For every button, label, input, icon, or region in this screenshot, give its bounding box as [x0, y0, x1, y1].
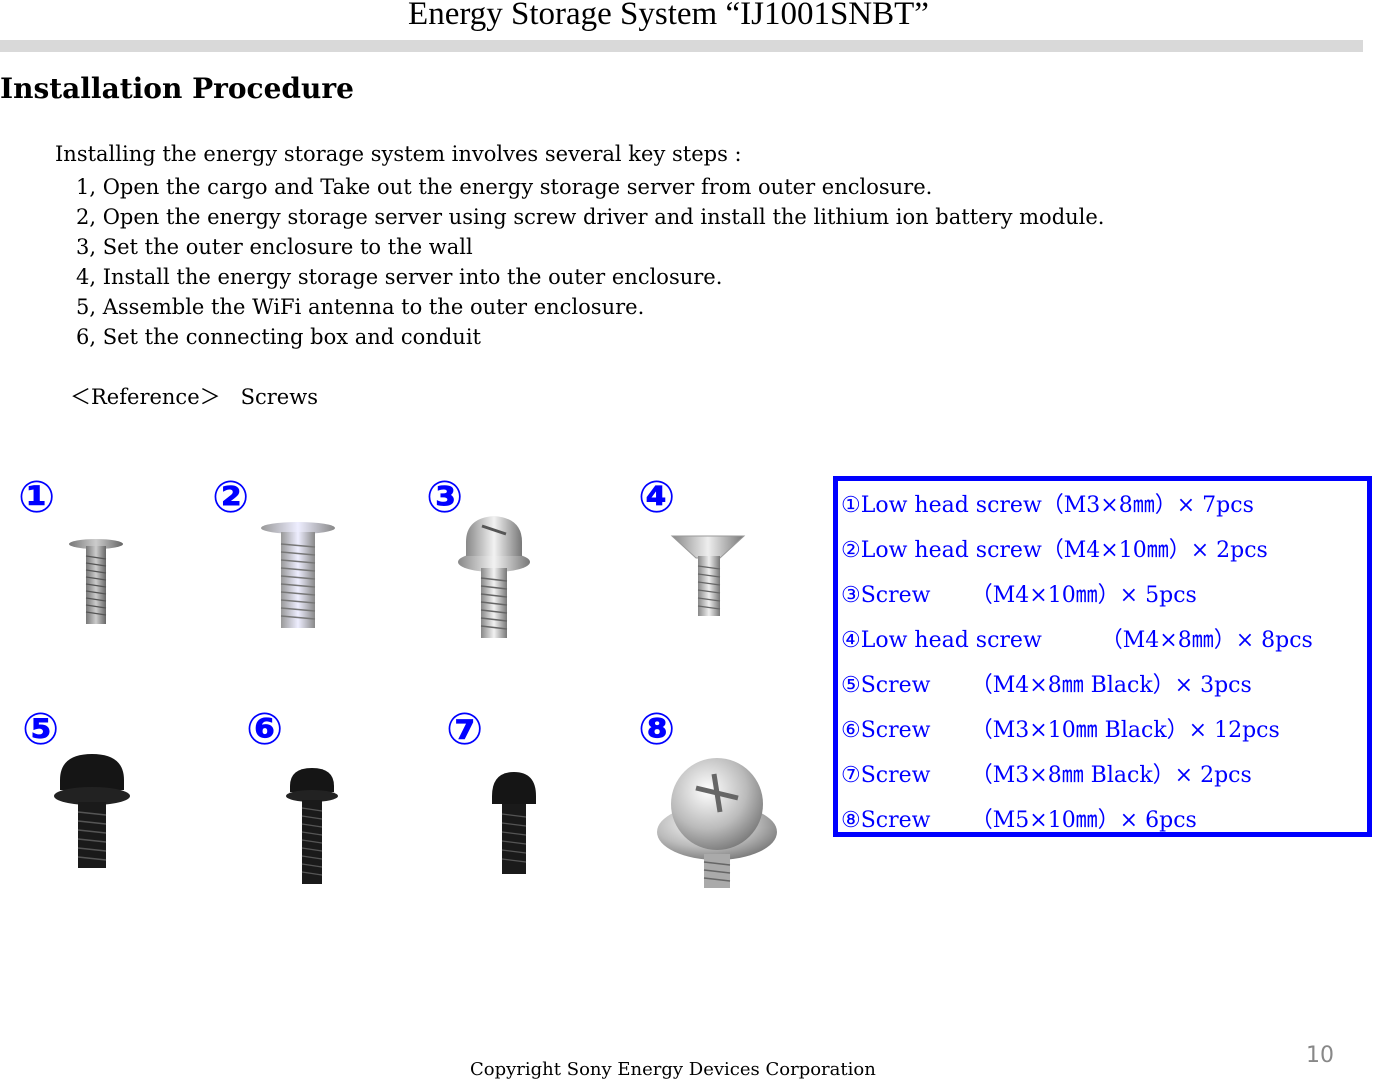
step-item: 5, Assemble the WiFi antenna to the oute… — [76, 295, 645, 319]
screw-5-image — [54, 754, 130, 868]
legend-spec: （M4×8㎜）× 8pcs — [1100, 628, 1313, 653]
legend-name: Screw — [860, 808, 931, 833]
legend-spec: （M4×10㎜）× 5pcs — [970, 583, 1197, 608]
reference-label: ＜Reference＞ — [70, 385, 221, 409]
legend-item: ⑤Screw （M4×8㎜ Black）× 3pcs — [841, 663, 1367, 708]
legend-name: Screw — [860, 583, 931, 608]
legend-spec: （M3×10㎜ Black）× 12pcs — [970, 718, 1280, 743]
legend-num: ⑥ — [841, 718, 861, 743]
step-item: 6, Set the connecting box and conduit — [76, 325, 481, 349]
screw-2-image — [261, 522, 335, 628]
screw-marker-5: ⑤ — [22, 704, 60, 755]
legend-spec: （M3×8㎜ Black）× 2pcs — [970, 763, 1252, 788]
screw-marker-2: ② — [212, 472, 250, 523]
intro-text: Installing the energy storage system inv… — [55, 142, 742, 166]
legend-num: ③ — [841, 583, 861, 608]
legend-name: Screw — [860, 763, 931, 788]
step-item: 1, Open the cargo and Take out the energ… — [76, 175, 933, 199]
screw-6-image — [286, 768, 338, 884]
screw-legend: ①Low head screw（M3×8㎜）× 7pcs ②Low head s… — [833, 476, 1372, 837]
legend-item: ⑥Screw （M3×10㎜ Black）× 12pcs — [841, 708, 1367, 753]
legend-num: ⑦ — [841, 763, 861, 788]
legend-item: ⑦Screw （M3×8㎜ Black）× 2pcs — [841, 753, 1367, 798]
screw-marker-4: ④ — [638, 472, 676, 523]
legend-num: ⑧ — [841, 808, 861, 833]
legend-num: ① — [841, 493, 861, 518]
legend-item: ①Low head screw（M3×8㎜）× 7pcs — [841, 483, 1367, 528]
page-number: 10 — [1306, 1043, 1334, 1068]
legend-spec: （M3×8㎜）× 7pcs — [1041, 493, 1254, 518]
legend-item: ④Low head screw （M4×8㎜）× 8pcs — [841, 618, 1367, 663]
step-item: 4, Install the energy storage server int… — [76, 265, 723, 289]
legend-name: Screw — [860, 718, 931, 743]
copyright-text: Copyright Sony Energy Devices Corporatio… — [470, 1059, 876, 1080]
steps-list: 1, Open the cargo and Take out the energ… — [76, 172, 1105, 352]
screw-7-image — [492, 772, 536, 874]
screw-8-image — [657, 758, 777, 888]
legend-spec: （M4×8㎜ Black）× 3pcs — [970, 673, 1252, 698]
reference-line: ＜Reference＞ Screws — [70, 381, 338, 411]
reference-topic: Screws — [240, 385, 318, 409]
screw-4-image — [670, 535, 746, 616]
screw-marker-1: ① — [18, 472, 56, 523]
screw-3-image — [458, 516, 530, 638]
screw-1-image — [69, 539, 123, 624]
legend-item: ②Low head screw（M4×10㎜）× 2pcs — [841, 528, 1367, 573]
legend-spec: （M5×10㎜）× 6pcs — [970, 808, 1197, 833]
step-item: 3, Set the outer enclosure to the wall — [76, 235, 473, 259]
legend-item: ③Screw （M4×10㎜）× 5pcs — [841, 573, 1367, 618]
legend-name: Low head screw — [860, 493, 1042, 518]
legend-name: Screw — [860, 673, 931, 698]
header-divider — [0, 40, 1363, 52]
document-title: Energy Storage System “IJ1001SNBT” — [408, 0, 929, 32]
legend-name: Low head screw — [860, 538, 1042, 563]
section-heading: Installation Procedure — [0, 72, 354, 105]
legend-num: ④ — [841, 628, 861, 653]
legend-item: ⑧Screw （M5×10㎜）× 6pcs — [841, 798, 1367, 843]
screw-marker-6: ⑥ — [246, 704, 284, 755]
legend-spec: （M4×10㎜）× 2pcs — [1041, 538, 1268, 563]
legend-name: Low head screw — [860, 628, 1042, 653]
step-item: 2, Open the energy storage server using … — [76, 205, 1105, 229]
legend-num: ② — [841, 538, 861, 563]
screw-marker-7: ⑦ — [446, 704, 484, 755]
screw-marker-8: ⑧ — [638, 704, 676, 755]
legend-num: ⑤ — [841, 673, 861, 698]
